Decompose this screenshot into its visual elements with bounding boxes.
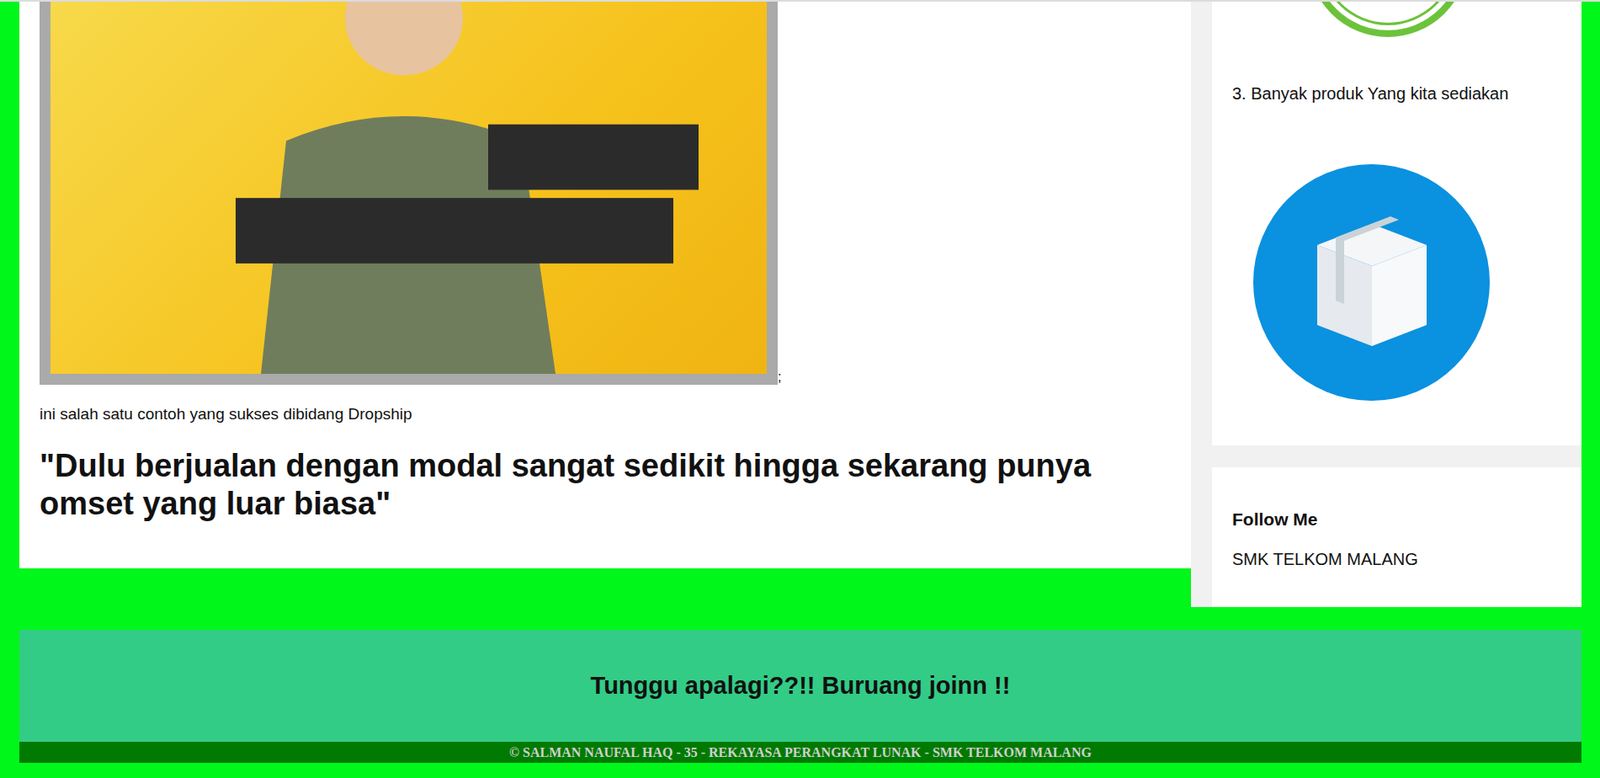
sidebar: 3. Banyak produk Yang kita sediakan Foll…: [1190, 1, 1582, 607]
feature-item: 3. Banyak produk Yang kita sediakan: [1232, 83, 1562, 104]
copyright: © SALMAN NAUFAL HAQ - 35 - REKAYASA PERA…: [19, 741, 1582, 763]
main-panel: ; ini salah satu contoh yang sukses dibi…: [19, 1, 1191, 569]
separator: ;: [777, 369, 782, 385]
follow-link[interactable]: SMK TELKOM MALANG: [1232, 548, 1562, 569]
follow-card: Follow Me SMK TELKOM MALANG: [1211, 467, 1582, 607]
profile-photo: [39, 1, 778, 385]
cta-text: Tunggu apalagi??!! Buruang joinn !!: [590, 670, 1011, 701]
package-icon: [1253, 164, 1490, 401]
quote: "Dulu berjualan dengan modal sangat sedi…: [39, 446, 1171, 523]
cta-banner: Tunggu apalagi??!! Buruang joinn !!: [19, 629, 1582, 742]
caption: ini salah satu contoh yang sukses dibida…: [39, 403, 1171, 425]
feature-card: 3. Banyak produk Yang kita sediakan: [1211, 1, 1582, 446]
guarantee-badge-icon: [1232, 1, 1562, 38]
follow-title: Follow Me: [1232, 509, 1562, 530]
